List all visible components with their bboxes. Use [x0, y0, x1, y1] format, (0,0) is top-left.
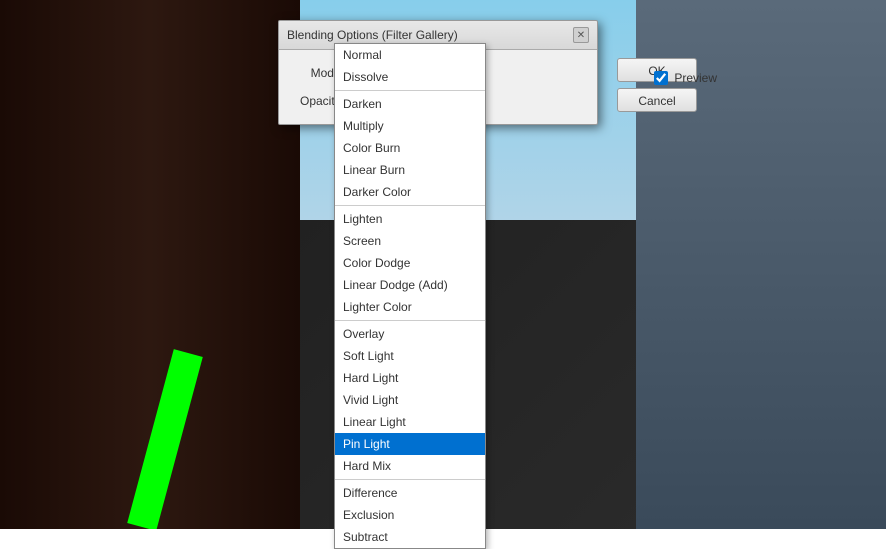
dropdown-item-soft-light[interactable]: Soft Light: [335, 345, 485, 367]
dropdown-item-hard-light[interactable]: Hard Light: [335, 367, 485, 389]
dropdown-item-exclusion[interactable]: Exclusion: [335, 504, 485, 526]
dialog-buttons: OK Cancel: [617, 58, 697, 112]
dropdown-item-darken[interactable]: Darken: [335, 93, 485, 115]
dropdown-item-hard-mix[interactable]: Hard Mix: [335, 455, 485, 477]
dropdown-item-linear-burn[interactable]: Linear Burn: [335, 159, 485, 181]
dialog-title: Blending Options (Filter Gallery): [287, 28, 458, 42]
dropdown-item-lighten[interactable]: Lighten: [335, 208, 485, 230]
dropdown-item-color-dodge[interactable]: Color Dodge: [335, 252, 485, 274]
dropdown-item-difference[interactable]: Difference: [335, 482, 485, 504]
dropdown-item-vivid-light[interactable]: Vivid Light: [335, 389, 485, 411]
dropdown-item-color-burn[interactable]: Color Burn: [335, 137, 485, 159]
cancel-button[interactable]: Cancel: [617, 88, 697, 112]
dropdown-item-screen[interactable]: Screen: [335, 230, 485, 252]
blend-mode-dropdown[interactable]: Normal Dissolve Darken Multiply Color Bu…: [334, 43, 486, 549]
dialog-content: Mode: Pin Light ▼ OK Cancel Opacity: 100…: [279, 50, 597, 124]
divider-3: [335, 320, 485, 321]
dropdown-item-darker-color[interactable]: Darker Color: [335, 181, 485, 203]
dropdown-item-normal[interactable]: Normal: [335, 44, 485, 66]
divider-2: [335, 205, 485, 206]
blending-options-dialog: Blending Options (Filter Gallery) ✕ Mode…: [278, 20, 598, 125]
divider-1: [335, 90, 485, 91]
preview-checkbox[interactable]: [654, 71, 668, 85]
dropdown-item-overlay[interactable]: Overlay: [335, 323, 485, 345]
preview-label: Preview: [674, 71, 717, 85]
divider-4: [335, 479, 485, 480]
dropdown-item-subtract[interactable]: Subtract: [335, 526, 485, 548]
close-button[interactable]: ✕: [573, 27, 589, 43]
dropdown-item-linear-dodge[interactable]: Linear Dodge (Add): [335, 274, 485, 296]
dropdown-item-multiply[interactable]: Multiply: [335, 115, 485, 137]
dropdown-item-pin-light[interactable]: Pin Light: [335, 433, 485, 455]
dropdown-item-linear-light[interactable]: Linear Light: [335, 411, 485, 433]
dropdown-item-lighter-color[interactable]: Lighter Color: [335, 296, 485, 318]
dropdown-item-dissolve[interactable]: Dissolve: [335, 66, 485, 88]
preview-row: Preview: [654, 71, 717, 85]
